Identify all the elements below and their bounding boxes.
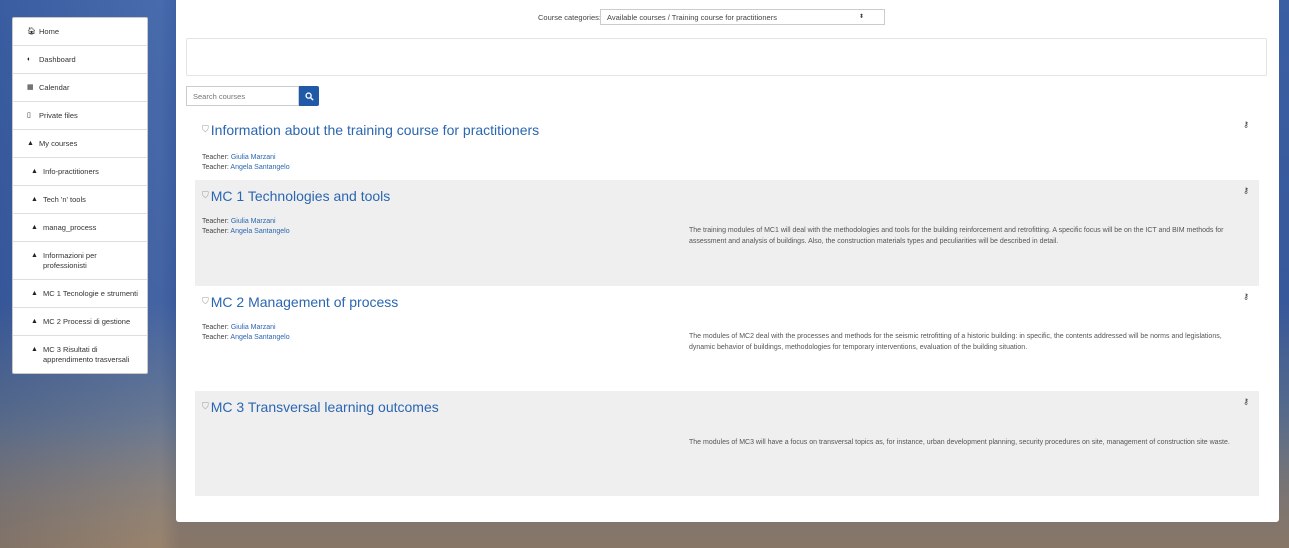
course-title-link[interactable]: ⛉ MC 2 Management of process [202, 294, 398, 310]
course-category-value: Available courses / Training course for … [607, 13, 777, 22]
teacher-link[interactable]: Angela Santangelo [230, 334, 289, 341]
course-category-label: Course categories: [538, 13, 601, 22]
guest-access-key-icon: ⚷ [1243, 397, 1249, 406]
course-summary: The modules of MC3 will have a focus on … [689, 439, 1230, 446]
course-category-bar: Course categories: Available courses / T… [176, 9, 1279, 27]
course-title-link[interactable]: ⛉ Information about the training course f… [202, 122, 539, 138]
course-item: ⛉ MC 3 Transversal learning outcomes ⚷ Th… [195, 391, 1259, 496]
graduation-cap-icon: ▲ [31, 168, 38, 175]
search-input[interactable] [186, 86, 299, 106]
course-item: ⛉ MC 1 Technologies and tools ⚷ Teacher: … [195, 180, 1259, 286]
sidebar-item-home[interactable]: 🏠︎ Home [13, 18, 147, 46]
sidebar-item-label: MC 3 Risultati di apprendimento trasvers… [43, 345, 130, 364]
sidebar-item-informazioni-per-professionisti[interactable]: ▲ Informazioni per professionisti [13, 242, 147, 280]
sidebar-item-label: Dashboard [39, 55, 76, 64]
graduation-cap-icon: ▲ [31, 196, 38, 203]
course-icon: ⛉ [202, 124, 209, 134]
course-summary: The modules of MC2 deal with the process… [689, 333, 1222, 351]
select-arrows-icon: ⬍ [858, 14, 864, 20]
sidebar-item-label: Info-practitioners [43, 167, 99, 176]
sidebar-nav: 🏠︎ Home ◐ Dashboard ▦ Calendar ▯ Private… [12, 17, 148, 374]
course-title-link[interactable]: ⛉ MC 3 Transversal learning outcomes [202, 399, 439, 415]
calendar-icon: ▦ [27, 84, 34, 91]
sidebar-item-tech-n-tools[interactable]: ▲ Tech 'n' tools [13, 186, 147, 214]
sidebar-item-label: Home [39, 27, 60, 36]
guest-access-key-icon: ⚷ [1243, 186, 1249, 195]
course-teachers: Teacher: Giulia Marzani Teacher: Angela … [202, 154, 290, 171]
course-category-select[interactable]: Available courses / Training course for … [600, 9, 885, 25]
search-icon [304, 91, 314, 101]
graduation-cap-icon: ▲ [31, 252, 38, 259]
teacher-link[interactable]: Angela Santangelo [230, 164, 289, 171]
course-title-link[interactable]: ⛉ MC 1 Technologies and tools [202, 188, 390, 204]
sidebar-item-label: manag_process [43, 223, 97, 232]
dashboard-icon: ◐ [27, 56, 32, 63]
search-button[interactable] [299, 86, 319, 106]
file-icon: ▯ [27, 112, 31, 119]
sidebar-item-label: MC 1 Tecnologie e strumenti [43, 289, 138, 298]
home-icon: 🏠︎ [27, 28, 36, 35]
course-teachers: Teacher: Giulia Marzani Teacher: Angela … [202, 324, 290, 341]
graduation-cap-icon: ▲ [31, 224, 38, 231]
sidebar-item-mc3-risultati[interactable]: ▲ MC 3 Risultati di apprendimento trasve… [13, 336, 147, 373]
sidebar-item-label: Informazioni per professionisti [43, 251, 97, 270]
sidebar-item-calendar[interactable]: ▦ Calendar [13, 74, 147, 102]
sidebar-item-info-practitioners[interactable]: ▲ Info-practitioners [13, 158, 147, 186]
sidebar-item-private-files[interactable]: ▯ Private files [13, 102, 147, 130]
teacher-link[interactable]: Giulia Marzani [231, 324, 276, 331]
sidebar-item-label: My courses [39, 139, 78, 148]
course-item: ⛉ MC 2 Management of process ⚷ Teacher: G… [195, 286, 1259, 391]
course-teachers: Teacher: Giulia Marzani Teacher: Angela … [202, 218, 290, 235]
sidebar-item-my-courses[interactable]: ▲ My courses [13, 130, 147, 158]
course-icon: ⛉ [202, 190, 209, 200]
teacher-link[interactable]: Giulia Marzani [231, 154, 276, 161]
graduation-cap-icon: ▲ [31, 346, 38, 353]
guest-access-key-icon: ⚷ [1243, 120, 1249, 129]
sidebar-item-manag-process[interactable]: ▲ manag_process [13, 214, 147, 242]
graduation-cap-icon: ▲ [31, 290, 38, 297]
graduation-cap-icon: ▲ [27, 140, 34, 147]
teacher-link[interactable]: Angela Santangelo [230, 228, 289, 235]
course-icon: ⛉ [202, 296, 209, 306]
sidebar-item-mc1-tecnologie[interactable]: ▲ MC 1 Tecnologie e strumenti [13, 280, 147, 308]
guest-access-key-icon: ⚷ [1243, 292, 1249, 301]
sidebar-item-mc2-processi[interactable]: ▲ MC 2 Processi di gestione [13, 308, 147, 336]
course-icon: ⛉ [202, 401, 209, 411]
sidebar-item-label: Private files [39, 111, 78, 120]
graduation-cap-icon: ▲ [31, 318, 38, 325]
sidebar-item-label: MC 2 Processi di gestione [43, 317, 131, 326]
sidebar-item-dashboard[interactable]: ◐ Dashboard [13, 46, 147, 74]
category-description-box [186, 38, 1267, 76]
main-content: Course categories: Available courses / T… [176, 0, 1279, 522]
course-summary: The training modules of MC1 will deal wi… [689, 227, 1224, 245]
course-item: ⛉ Information about the training course f… [195, 114, 1259, 180]
sidebar-item-label: Tech 'n' tools [43, 195, 86, 204]
teacher-link[interactable]: Giulia Marzani [231, 218, 276, 225]
sidebar-item-label: Calendar [39, 83, 70, 92]
